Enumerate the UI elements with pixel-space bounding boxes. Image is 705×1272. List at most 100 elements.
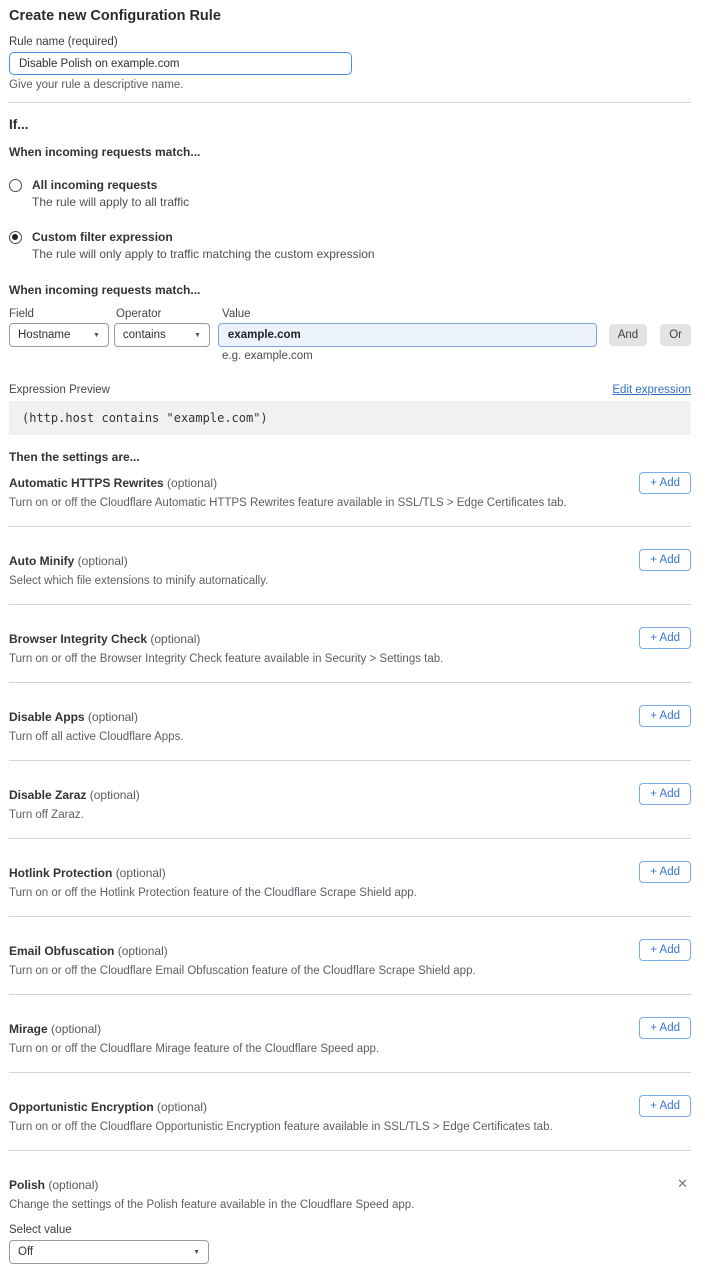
setting-row: Email Obfuscation (optional) Turn on or … [9, 917, 691, 995]
setting-description: Select which file extensions to minify a… [9, 575, 691, 587]
setting-description: Turn off all active Cloudflare Apps. [9, 731, 691, 743]
setting-title: Browser Integrity Check [9, 632, 147, 646]
setting-optional-suffix: (optional) [51, 1022, 101, 1036]
setting-title: Email Obfuscation [9, 944, 114, 958]
edit-expression-link[interactable]: Edit expression [612, 384, 691, 396]
radio-option-label: All incoming requests [32, 178, 189, 192]
add-button[interactable]: + Add [639, 1017, 691, 1039]
operator-select[interactable]: contains ▼ [114, 323, 210, 347]
setting-row: Disable Apps (optional) Turn off all act… [9, 683, 691, 761]
builder-column-labels: Field Operator Value [9, 308, 691, 320]
settings-list: Automatic HTTPS Rewrites (optional) Turn… [9, 464, 691, 1151]
setting-row: Opportunistic Encryption (optional) Turn… [9, 1073, 691, 1151]
setting-name: Polish (optional) [9, 1178, 691, 1192]
add-button[interactable]: + Add [639, 705, 691, 727]
setting-title: Disable Apps [9, 710, 85, 724]
page-title: Create new Configuration Rule [9, 8, 691, 24]
create-configuration-rule-page: Create new Configuration Rule Rule name … [0, 0, 705, 1264]
or-button[interactable]: Or [660, 324, 691, 346]
match-heading: When incoming requests match... [9, 145, 691, 159]
then-settings-heading: Then the settings are... [9, 450, 691, 464]
radio-option-label: Custom filter expression [32, 230, 375, 244]
operator-select-value: contains [123, 329, 166, 341]
add-button[interactable]: + Add [639, 861, 691, 883]
setting-name: Disable Apps (optional) [9, 710, 691, 724]
setting-optional-suffix: (optional) [90, 788, 140, 802]
setting-row-polish: ✕ Polish (optional) Change the settings … [9, 1151, 691, 1264]
setting-optional-suffix: (optional) [78, 554, 128, 568]
and-button[interactable]: And [609, 324, 647, 346]
setting-description: Turn off Zaraz. [9, 809, 691, 821]
if-heading: If... [9, 117, 691, 132]
setting-name: Email Obfuscation (optional) [9, 944, 691, 958]
add-button[interactable]: + Add [639, 783, 691, 805]
radio-option-description: The rule will only apply to traffic matc… [32, 247, 375, 261]
setting-row: Mirage (optional) Turn on or off the Clo… [9, 995, 691, 1073]
add-button[interactable]: + Add [639, 627, 691, 649]
radio-option-description: The rule will apply to all traffic [32, 195, 189, 209]
setting-optional-suffix: (optional) [48, 1178, 98, 1192]
setting-row: Automatic HTTPS Rewrites (optional) Turn… [9, 464, 691, 527]
add-button[interactable]: + Add [639, 472, 691, 494]
setting-row: Browser Integrity Check (optional) Turn … [9, 605, 691, 683]
setting-name: Opportunistic Encryption (optional) [9, 1100, 691, 1114]
setting-name: Disable Zaraz (optional) [9, 788, 691, 802]
setting-name: Auto Minify (optional) [9, 554, 691, 568]
add-button[interactable]: + Add [639, 1095, 691, 1117]
setting-optional-suffix: (optional) [167, 476, 217, 490]
value-column-label: Value [222, 308, 251, 320]
expression-preview-row: Expression Preview Edit expression [9, 384, 691, 396]
setting-description: Turn on or off the Cloudflare Opportunis… [9, 1121, 691, 1133]
setting-description: Turn on or off the Hotlink Protection fe… [9, 887, 691, 899]
setting-title: Mirage [9, 1022, 48, 1036]
chevron-down-icon: ▼ [93, 332, 100, 339]
setting-optional-suffix: (optional) [116, 866, 166, 880]
setting-row: Auto Minify (optional) Select which file… [9, 527, 691, 605]
condition-builder-row: Hostname ▼ contains ▼ And Or [9, 323, 691, 347]
operator-column-label: Operator [116, 308, 222, 320]
rule-name-label: Rule name (required) [9, 36, 691, 48]
radio-option-all-incoming-requests[interactable]: All incoming requests The rule will appl… [9, 178, 691, 209]
setting-optional-suffix: (optional) [150, 632, 200, 646]
section-divider [9, 102, 691, 103]
chevron-down-icon: ▼ [194, 332, 201, 339]
chevron-down-icon: ▼ [193, 1249, 200, 1256]
setting-description: Turn on or off the Cloudflare Mirage fea… [9, 1043, 691, 1055]
setting-title: Opportunistic Encryption [9, 1100, 154, 1114]
setting-description: Change the settings of the Polish featur… [9, 1199, 691, 1211]
setting-name: Automatic HTTPS Rewrites (optional) [9, 476, 691, 490]
field-select[interactable]: Hostname ▼ [9, 323, 109, 347]
add-button[interactable]: + Add [639, 939, 691, 961]
setting-description: Turn on or off the Cloudflare Email Obfu… [9, 965, 691, 977]
radio-option-text: Custom filter expression The rule will o… [32, 230, 375, 261]
setting-name: Hotlink Protection (optional) [9, 866, 691, 880]
add-button[interactable]: + Add [639, 549, 691, 571]
setting-name: Browser Integrity Check (optional) [9, 632, 691, 646]
radio-unchecked-icon[interactable] [9, 179, 22, 192]
select-value-label: Select value [9, 1224, 691, 1236]
value-helper: e.g. example.com [222, 350, 691, 362]
setting-description: Turn on or off the Browser Integrity Che… [9, 653, 691, 665]
value-input[interactable] [218, 323, 597, 347]
radio-option-custom-filter-expression[interactable]: Custom filter expression The rule will o… [9, 230, 691, 261]
rule-name-input[interactable] [9, 52, 352, 75]
setting-title: Auto Minify [9, 554, 74, 568]
setting-description: Turn on or off the Cloudflare Automatic … [9, 497, 691, 509]
field-column-label: Field [9, 308, 116, 320]
expression-preview-label: Expression Preview [9, 384, 110, 396]
setting-optional-suffix: (optional) [118, 944, 168, 958]
setting-row: Hotlink Protection (optional) Turn on or… [9, 839, 691, 917]
builder-heading: When incoming requests match... [9, 283, 691, 297]
close-icon[interactable]: ✕ [677, 1177, 688, 1190]
field-select-value: Hostname [18, 329, 70, 341]
setting-title: Hotlink Protection [9, 866, 112, 880]
setting-optional-suffix: (optional) [157, 1100, 207, 1114]
polish-select-value: Off [18, 1246, 33, 1258]
setting-row: Disable Zaraz (optional) Turn off Zaraz.… [9, 761, 691, 839]
setting-title: Polish [9, 1178, 45, 1192]
radio-option-text: All incoming requests The rule will appl… [32, 178, 189, 209]
rule-name-helper: Give your rule a descriptive name. [9, 79, 691, 91]
polish-value-select[interactable]: Off ▼ [9, 1240, 209, 1264]
radio-checked-icon[interactable] [9, 231, 22, 244]
expression-code-block: (http.host contains "example.com") [9, 401, 691, 435]
